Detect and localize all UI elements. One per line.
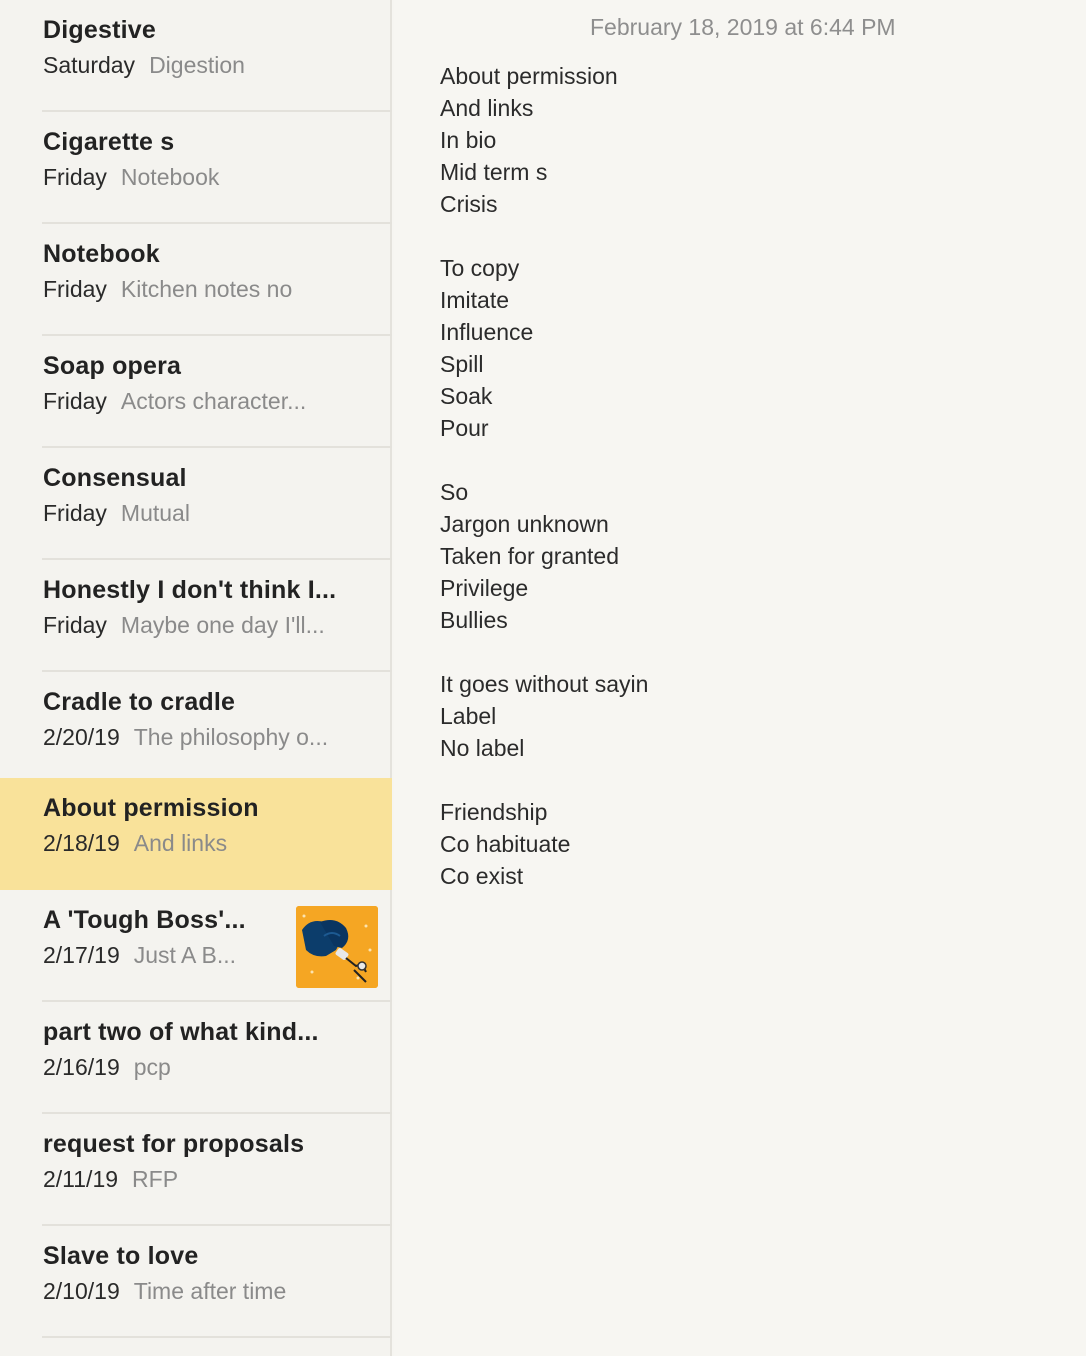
note-date-preview: Friday Maybe one day I'll...: [43, 612, 325, 639]
note-preview: RFP: [132, 1166, 179, 1192]
body-line: Label: [440, 703, 497, 729]
note-title: Soap opera: [43, 352, 182, 380]
note-item-cigarettes[interactable]: Cigarette s Friday Notebook: [0, 112, 392, 224]
note-item-request-for-proposals[interactable]: request for proposals 2/11/19 RFP: [0, 1114, 392, 1226]
body-line: And links: [440, 95, 534, 121]
boxing-glove-icon: [296, 906, 378, 988]
note-title: Cigarette s: [43, 128, 175, 156]
note-preview: Mutual: [120, 500, 190, 526]
body-line: Co habituate: [440, 831, 571, 857]
note-title: Consensual: [43, 464, 187, 492]
note-title: Digestive: [43, 16, 156, 44]
divider: [42, 1336, 392, 1338]
note-preview: Kitchen notes no: [120, 276, 293, 302]
boxing-glove-thumbnail: [296, 906, 378, 988]
note-date-preview: 2/10/19 Time after time: [43, 1278, 286, 1305]
body-line: It goes without sayin: [440, 671, 649, 697]
body-line: Taken for granted: [440, 543, 620, 569]
note-title: part two of what kind...: [43, 1018, 319, 1046]
note-item-cradle-to-cradle[interactable]: Cradle to cradle 2/20/19 The philosophy o…: [0, 672, 392, 784]
note-item-tough-boss[interactable]: A 'Tough Boss'... 2/17/19 Just A B...: [0, 890, 392, 1002]
note-date: 2/11/19: [43, 1166, 119, 1192]
note-title: About permission: [43, 794, 259, 822]
note-preview: Just A B...: [133, 942, 237, 968]
note-item-about-permission-selected[interactable]: About permission 2/18/19 And links: [0, 778, 392, 890]
note-title: A 'Tough Boss'...: [43, 906, 246, 934]
note-title: Cradle to cradle: [43, 688, 236, 716]
body-line: No label: [440, 735, 525, 761]
note-body[interactable]: About permission And links In bio Mid te…: [440, 60, 648, 892]
note-title: Slave to love: [43, 1242, 199, 1270]
note-date-preview: 2/16/19 pcp: [43, 1054, 171, 1081]
body-line: In bio: [440, 127, 497, 153]
body-line-blank: [440, 764, 648, 796]
note-date-preview: 2/11/19 RFP: [43, 1166, 178, 1193]
note-date: Friday: [43, 276, 107, 302]
note-item-digestive[interactable]: Digestive Saturday Digestion: [0, 0, 392, 112]
note-preview: Notebook: [120, 164, 220, 190]
note-title: Honestly I don't think I...: [43, 576, 337, 604]
note-date-preview: 2/18/19 And links: [43, 830, 227, 857]
note-date-preview: Friday Actors character...: [43, 388, 306, 415]
note-item-soap-opera[interactable]: Soap opera Friday Actors character...: [0, 336, 392, 448]
body-line: Crisis: [440, 191, 498, 217]
body-line: Co exist: [440, 863, 524, 889]
note-date: Friday: [43, 164, 107, 190]
note-preview: Actors character...: [120, 388, 307, 414]
note-preview: Maybe one day I'll...: [120, 612, 325, 638]
body-line: To copy: [440, 255, 520, 281]
body-line-blank: [440, 220, 648, 252]
note-item-notebook[interactable]: Notebook Friday Kitchen notes no: [0, 224, 392, 336]
note-date-preview: 2/17/19 Just A B...: [43, 942, 236, 969]
body-line: Spill: [440, 351, 484, 377]
body-line: About permission: [440, 63, 618, 89]
note-preview: pcp: [133, 1054, 171, 1080]
note-date: 2/16/19: [43, 1054, 120, 1080]
note-date: Saturday: [43, 52, 136, 78]
body-line: Jargon unknown: [440, 511, 609, 537]
note-date: Friday: [43, 388, 107, 414]
note-date: 2/10/19: [43, 1278, 120, 1304]
note-date-preview: Friday Notebook: [43, 164, 219, 191]
note-preview: And links: [133, 830, 228, 856]
note-item-part-two[interactable]: part two of what kind... 2/16/19 pcp: [0, 1002, 392, 1114]
body-line: Privilege: [440, 575, 529, 601]
body-line-blank: [440, 636, 648, 668]
body-line: Influence: [440, 319, 534, 345]
body-line: Mid term s: [440, 159, 548, 185]
body-line: Pour: [440, 415, 489, 441]
note-date: Friday: [43, 500, 107, 526]
note-item-slave-to-love[interactable]: Slave to love 2/10/19 Time after time: [0, 1226, 392, 1338]
note-date-preview: Saturday Digestion: [43, 52, 245, 79]
note-title: Notebook: [43, 240, 160, 268]
note-preview: The philosophy o...: [133, 724, 329, 750]
note-date: Friday: [43, 612, 107, 638]
body-line: Friendship: [440, 799, 548, 825]
note-preview: Time after time: [133, 1278, 287, 1304]
note-timestamp: February 18, 2019 at 6:44 PM: [590, 14, 896, 40]
body-line: Bullies: [440, 607, 508, 633]
note-item-honestly[interactable]: Honestly I don't think I... Friday Maybe …: [0, 560, 392, 672]
body-line: So: [440, 479, 469, 505]
note-item-consensual[interactable]: Consensual Friday Mutual: [0, 448, 392, 560]
notes-list: Digestive Saturday Digestion Cigarette s …: [0, 0, 392, 1356]
note-title: request for proposals: [43, 1130, 305, 1158]
note-date-preview: Friday Mutual: [43, 500, 190, 527]
note-date-preview: Friday Kitchen notes no: [43, 276, 292, 303]
note-preview: Digestion: [149, 52, 245, 78]
body-line: Soak: [440, 383, 493, 409]
note-detail-pane[interactable]: February 18, 2019 at 6:44 PM About permi…: [394, 0, 1086, 1356]
note-date: 2/17/19: [43, 942, 120, 968]
note-date-preview: 2/20/19 The philosophy o...: [43, 724, 328, 751]
body-line-blank: [440, 444, 648, 476]
body-line: Imitate: [440, 287, 510, 313]
note-date: 2/18/19: [43, 830, 120, 856]
note-date: 2/20/19: [43, 724, 120, 750]
